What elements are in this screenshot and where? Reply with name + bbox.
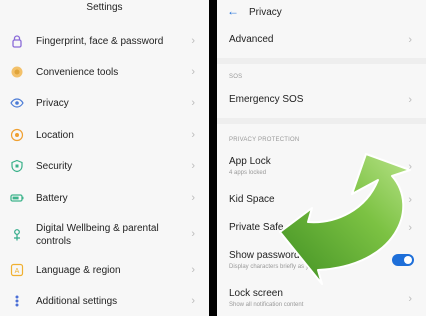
section-divider: [217, 58, 426, 64]
settings-item-label: Battery: [36, 193, 68, 204]
settings-item-label: Privacy: [36, 98, 69, 109]
svg-text:A: A: [15, 268, 20, 275]
chevron-right-icon: ›: [191, 264, 195, 276]
settings-item-label: Fingerprint, face & password: [36, 36, 164, 47]
settings-title: Settings: [86, 2, 123, 13]
dots-icon: [15, 295, 19, 307]
section-header-sos: SOS: [229, 74, 243, 80]
chevron-right-icon: ›: [408, 94, 412, 106]
settings-item-label: Digital Wellbeing & parental controls: [36, 223, 159, 247]
eye-icon: [10, 98, 24, 108]
battery-icon: [10, 194, 24, 202]
row-label: App Lock: [229, 156, 271, 167]
shield-icon: [11, 159, 23, 173]
settings-item-location[interactable]: Location ›: [0, 127, 209, 145]
chevron-right-icon: ›: [191, 129, 195, 141]
settings-item-language[interactable]: A Language & region ›: [0, 262, 209, 280]
row-sublabel: 4 apps locked: [229, 170, 267, 176]
settings-item-privacy[interactable]: Privacy ›: [0, 95, 209, 113]
screen-divider: [209, 0, 217, 316]
back-arrow-icon[interactable]: ←: [227, 4, 239, 18]
curved-arrow-icon: [279, 153, 411, 285]
chevron-right-icon: ›: [191, 66, 195, 78]
lock-icon: [12, 35, 22, 48]
settings-item-security[interactable]: Security ›: [0, 158, 209, 176]
chevron-right-icon: ›: [191, 192, 195, 204]
chevron-right-icon: ›: [191, 295, 195, 307]
settings-item-label: Location: [36, 130, 74, 141]
wellbeing-icon: [14, 229, 20, 241]
row-label: Emergency SOS: [229, 94, 304, 105]
row-label: Advanced: [229, 34, 274, 45]
location-icon: [10, 128, 24, 142]
chevron-right-icon: ›: [191, 228, 195, 240]
chevron-right-icon: ›: [408, 34, 412, 46]
chevron-right-icon: ›: [191, 35, 195, 47]
chevron-right-icon: ›: [191, 97, 195, 109]
page-title: Privacy: [249, 7, 282, 18]
settings-item-additional[interactable]: Additional settings ›: [0, 293, 209, 311]
settings-item-label: Convenience tools: [36, 67, 119, 78]
row-advanced[interactable]: Advanced ›: [217, 30, 426, 50]
language-icon: A: [10, 263, 24, 277]
settings-item-battery[interactable]: Battery ›: [0, 190, 209, 208]
settings-item-label: Language & region: [36, 265, 121, 276]
row-emergency-sos[interactable]: Emergency SOS ›: [217, 90, 426, 110]
settings-item-convenience[interactable]: Convenience tools ›: [0, 64, 209, 82]
settings-item-label: Additional settings: [36, 296, 118, 307]
settings-item-fingerprint[interactable]: Fingerprint, face & password ›: [0, 33, 209, 51]
section-header-privacy: PRIVACY PROTECTION: [229, 137, 300, 143]
row-label: Kid Space: [229, 194, 275, 205]
section-divider: [217, 118, 426, 124]
chevron-right-icon: ›: [191, 160, 195, 172]
settings-panel: Settings Fingerprint, face & password › …: [0, 0, 209, 316]
settings-item-digital-wellbeing[interactable]: Digital Wellbeing & parental controls ›: [0, 220, 209, 250]
hand-icon: [11, 66, 23, 78]
settings-item-label: Security: [36, 161, 73, 172]
